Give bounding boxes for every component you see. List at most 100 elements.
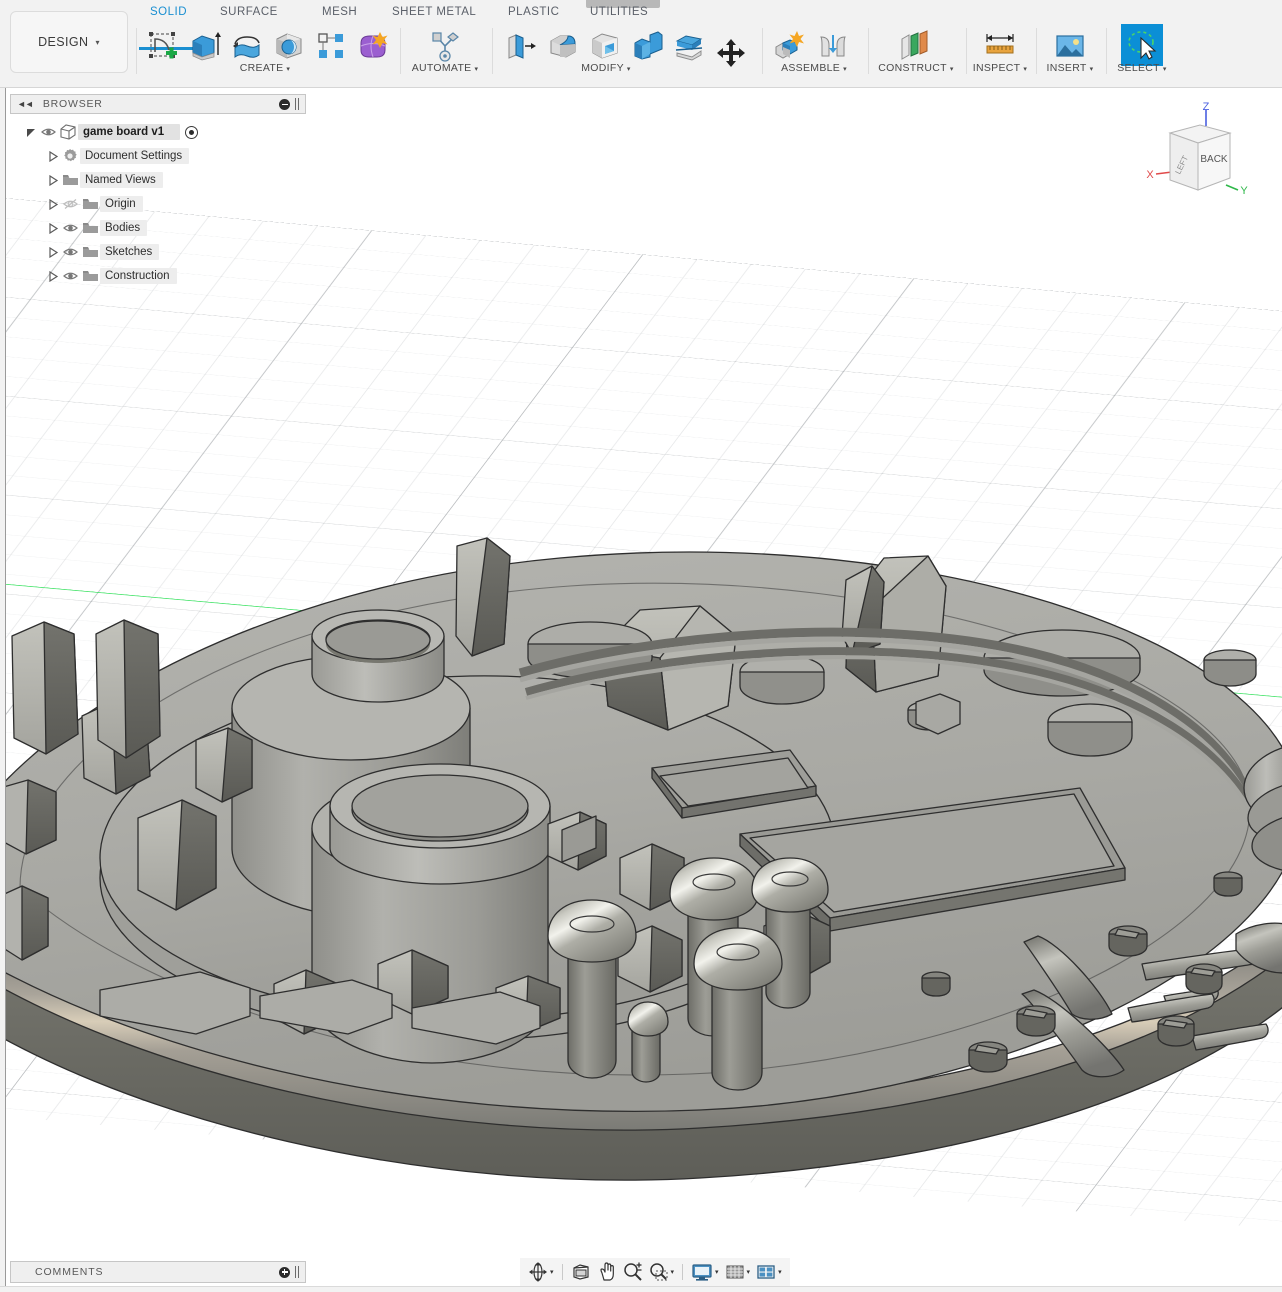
- tab-mesh-label: MESH: [322, 6, 358, 18]
- panel-grip-icon[interactable]: [295, 98, 300, 110]
- workspace-switcher-button[interactable]: DESIGN ▾: [10, 11, 128, 73]
- sphere-icon[interactable]: [268, 26, 310, 66]
- viewcube-x-label: X: [1146, 169, 1154, 181]
- tree-label: Origin: [100, 196, 143, 212]
- group-label-insert[interactable]: INSERT ▾: [1036, 62, 1104, 74]
- form-icon[interactable]: [352, 26, 394, 66]
- toolbar-group-modify: MODIFY ▾: [492, 24, 760, 86]
- display-settings-icon[interactable]: ▾: [689, 1260, 721, 1284]
- left-rail: [0, 0, 6, 1292]
- chevron-down-icon[interactable]: ▾: [671, 1268, 675, 1276]
- offset-face-icon[interactable]: [668, 26, 710, 66]
- visibility-eye-icon[interactable]: [38, 120, 58, 144]
- tab-plastic[interactable]: PLASTIC: [508, 6, 559, 18]
- navigation-bar: ▾ ▾ ▾ ▾ ▾: [520, 1258, 790, 1286]
- circle-minus-icon[interactable]: [279, 98, 290, 110]
- peg-stem-4: [711, 973, 763, 1091]
- fillet-icon[interactable]: [542, 26, 584, 66]
- measure-icon[interactable]: [979, 26, 1021, 66]
- zoom-icon[interactable]: [621, 1260, 645, 1284]
- panel-grip-icon[interactable]: [295, 1266, 300, 1278]
- tree-row-origin[interactable]: Origin: [10, 192, 310, 216]
- offset-plane-icon[interactable]: [894, 26, 936, 66]
- tree-label: Bodies: [100, 220, 148, 236]
- expand-triangle-icon[interactable]: [46, 144, 60, 168]
- circle-plus-icon[interactable]: [279, 1266, 290, 1278]
- tab-utilities[interactable]: UTILITIES: [590, 6, 648, 18]
- toolbar-group-automate: AUTOMATE ▾: [400, 24, 490, 86]
- peg-dome-3: [751, 857, 829, 913]
- folder-icon: [80, 264, 100, 288]
- combine-icon[interactable]: [626, 26, 668, 66]
- activate-component-radio[interactable]: [185, 125, 199, 139]
- joint-icon[interactable]: [812, 26, 854, 66]
- revolve-icon[interactable]: [226, 26, 268, 66]
- group-label-automate[interactable]: AUTOMATE ▾: [400, 62, 490, 74]
- chevron-down-icon[interactable]: ▾: [715, 1268, 719, 1276]
- chevron-down-icon[interactable]: ▾: [778, 1268, 782, 1276]
- folder-icon: [80, 216, 100, 240]
- expand-triangle-icon[interactable]: [46, 240, 60, 264]
- viewport-layout-icon[interactable]: ▾: [754, 1260, 784, 1284]
- peg-dome-2: [669, 857, 759, 921]
- tree-row-construction[interactable]: Construction: [10, 264, 310, 288]
- browser-header-controls: [279, 98, 300, 110]
- look-at-icon[interactable]: [569, 1260, 593, 1284]
- peg-stem-1: [567, 947, 617, 1079]
- group-label-select[interactable]: SELECT ▾: [1106, 62, 1178, 74]
- chevron-down-icon[interactable]: ▾: [550, 1268, 554, 1276]
- group-label-modify[interactable]: MODIFY ▾: [492, 62, 720, 74]
- extrude-icon[interactable]: [184, 26, 226, 66]
- press-pull-icon[interactable]: [500, 26, 542, 66]
- visibility-eye-icon[interactable]: [60, 216, 80, 240]
- tower-collar-bore-inner: [325, 620, 431, 660]
- tree-row-root[interactable]: game board v1: [10, 120, 310, 144]
- expand-triangle-icon[interactable]: [24, 120, 38, 144]
- visibility-eye-hidden-icon[interactable]: [60, 192, 80, 216]
- tree-label: Sketches: [100, 244, 160, 260]
- orbit-icon[interactable]: ▾: [526, 1260, 556, 1284]
- peg-dome-4: [693, 927, 783, 991]
- cylinder2-bore-inner: [351, 774, 529, 838]
- folder-icon: [80, 240, 100, 264]
- chevron-down-icon[interactable]: ▾: [747, 1268, 751, 1276]
- automate-icon[interactable]: [424, 26, 466, 66]
- group-label-assemble[interactable]: ASSEMBLE ▾: [762, 62, 866, 74]
- visibility-eye-icon[interactable]: [60, 240, 80, 264]
- select-lasso-icon[interactable]: [1121, 24, 1163, 66]
- tab-sheet-metal[interactable]: SHEET METAL: [392, 6, 476, 18]
- tree-row-bodies[interactable]: Bodies: [10, 216, 310, 240]
- grid-snaps-icon[interactable]: ▾: [723, 1260, 753, 1284]
- pan-icon[interactable]: [595, 1260, 619, 1284]
- tab-surface[interactable]: SURFACE: [220, 6, 278, 18]
- insert-image-icon[interactable]: [1049, 26, 1091, 66]
- expand-triangle-icon[interactable]: [46, 192, 60, 216]
- group-label-construct[interactable]: CONSTRUCT ▾: [868, 62, 964, 74]
- zoom-window-icon[interactable]: ▾: [647, 1260, 677, 1284]
- chevron-down-icon: ▾: [95, 37, 100, 47]
- expand-triangle-icon[interactable]: [46, 264, 60, 288]
- tab-mesh[interactable]: MESH: [322, 6, 357, 18]
- tree-row-document-settings[interactable]: Document Settings: [10, 144, 310, 168]
- group-label-inspect[interactable]: INSPECT ▾: [966, 62, 1034, 74]
- toolbar-group-create: CREATE ▾: [136, 24, 394, 86]
- visibility-eye-icon[interactable]: [60, 264, 80, 288]
- fusion360-window: Z X Y BACK LEFT DESIGN ▾ SOLID SURFACE M…: [0, 0, 1282, 1292]
- tab-solid[interactable]: SOLID: [139, 6, 199, 50]
- nav-separator: [682, 1264, 684, 1280]
- new-sketch-icon[interactable]: [142, 26, 184, 66]
- collapse-panel-icon[interactable]: ◄◄: [17, 99, 34, 109]
- tree-label: Construction: [100, 268, 177, 284]
- tree-row-named-views[interactable]: Named Views: [10, 168, 310, 192]
- expand-triangle-icon[interactable]: [46, 216, 60, 240]
- tree-row-sketches[interactable]: Sketches: [10, 240, 310, 264]
- group-label-create[interactable]: CREATE ▾: [136, 62, 394, 74]
- pattern-icon[interactable]: [310, 26, 352, 66]
- toolbar-group-inspect: INSPECT ▾: [966, 24, 1034, 86]
- viewcube[interactable]: Z X Y BACK LEFT: [1134, 100, 1258, 208]
- new-component-icon[interactable]: [768, 26, 810, 66]
- browser-title: BROWSER: [42, 98, 103, 110]
- shell-icon[interactable]: [584, 26, 626, 66]
- expand-triangle-icon[interactable]: [46, 168, 60, 192]
- gear-icon: [60, 144, 80, 168]
